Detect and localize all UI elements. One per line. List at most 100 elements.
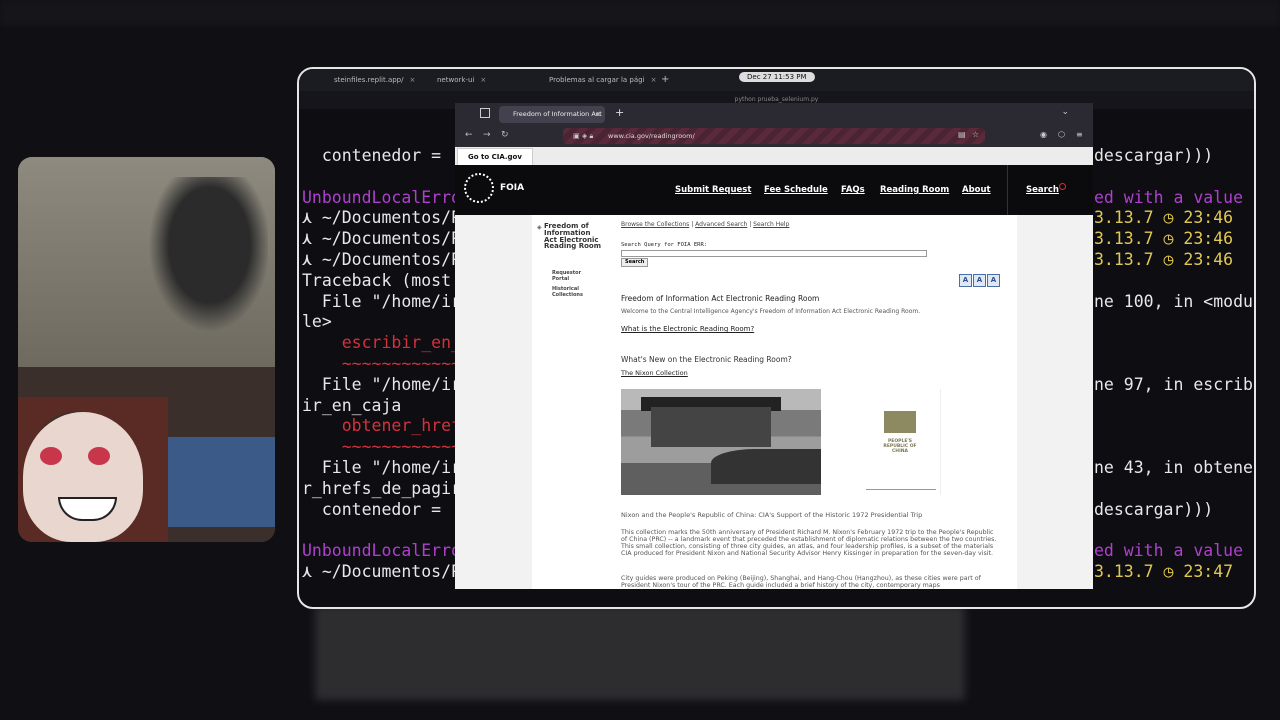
- link-nixon-collection[interactable]: The Nixon Collection: [621, 369, 688, 377]
- new-tab-icon[interactable]: +: [661, 73, 669, 87]
- terminal-line-right: 3.13.7 ◷ 23:46: [1094, 229, 1234, 249]
- link-advanced-search[interactable]: Advanced Search: [695, 221, 747, 228]
- terminal-line-right: ed with a value: [1094, 541, 1244, 561]
- browser-navbar: ← → ↻ ▣ ◈ 🔒︎ www.cia.gov/readingroom/ ▤ ☆…: [455, 125, 1093, 147]
- winged-cat-statue: [138, 177, 268, 347]
- lock-icon: ▣ ◈ 🔒︎: [573, 132, 594, 140]
- terminal-line-right: ne 43, in obtene: [1094, 458, 1253, 477]
- search-query-input[interactable]: [621, 250, 927, 257]
- terminal-line: ~~~~~~~~~~~~: [302, 437, 461, 457]
- background-window-blurred: [315, 605, 965, 700]
- tab-foia[interactable]: Freedom of Information Act ×: [499, 106, 605, 123]
- browser-window[interactable]: Freedom of Information Act × + ⌄ ← → ↻ ▣ …: [455, 103, 1093, 589]
- sidebar-item-historical-collections[interactable]: Historical Collections: [552, 286, 597, 298]
- collection-paragraph: This collection marks the 50th anniversa…: [621, 529, 997, 557]
- terminal-line: r_hrefs_de_pagir: [302, 478, 461, 498]
- link-browse-collections[interactable]: Browse the Collections: [621, 221, 689, 228]
- close-icon[interactable]: ×: [651, 76, 657, 84]
- query-label: Search Query for FOIA ERR:: [621, 242, 708, 248]
- close-icon[interactable]: ×: [480, 76, 486, 84]
- top-links: Browse the Collections | Advanced Search…: [621, 221, 790, 228]
- terminal-line: escribir_en_: [302, 333, 461, 353]
- goto-bar: Go to CIA.gov: [455, 147, 1093, 166]
- terminal-line: ⋏ ~/Documentos/P: [302, 208, 461, 228]
- forward-icon[interactable]: →: [483, 130, 491, 140]
- nixon-photo[interactable]: [621, 389, 821, 495]
- terminal-line: ⋏ ~/Documentos/P: [302, 250, 461, 269]
- tab-overview-icon[interactable]: [480, 108, 490, 118]
- terminal-line-right: descargar))): [1094, 146, 1214, 165]
- back-icon[interactable]: ←: [465, 130, 473, 140]
- tab-replit[interactable]: steinfiles.replit.app/×: [334, 73, 415, 87]
- whats-new-heading: What's New on the Electronic Reading Roo…: [621, 355, 792, 364]
- terminal-line: obtener_href: [302, 416, 461, 436]
- foia-header: FOIA Submit Request Fee Schedule FAQs Re…: [455, 165, 1093, 215]
- nav-search[interactable]: Search: [1026, 185, 1059, 195]
- book-title: PEOPLE'S REPUBLIC OF CHINA: [883, 439, 917, 454]
- terminal-line: le>: [302, 312, 332, 332]
- collection-caption: Nixon and the People's Republic of China…: [621, 511, 923, 519]
- close-icon[interactable]: ×: [409, 76, 415, 84]
- nav-about[interactable]: About: [962, 185, 991, 195]
- reading-room-content: ◈ Freedom of Information Act Electronic …: [532, 215, 1017, 589]
- terminal-line-right: 3.13.7 ◷ 23:46: [1094, 250, 1234, 269]
- terminal-line: ⋏ ~/Documentos/P: [302, 229, 461, 249]
- goto-cia-button[interactable]: Go to CIA.gov: [457, 148, 533, 166]
- nav-fee-schedule[interactable]: Fee Schedule: [764, 185, 828, 195]
- link-search-help[interactable]: Search Help: [753, 221, 789, 228]
- terminal-line: File "/home/ir: [302, 458, 461, 477]
- text-size-large-button[interactable]: A: [987, 274, 1000, 287]
- webcam-feed: [18, 157, 275, 542]
- terminal-line-right: 3.13.7 ◷ 23:47: [1094, 562, 1234, 581]
- text-size-small-button[interactable]: A: [959, 274, 972, 287]
- tab-problemas[interactable]: Problemas al cargar la pági ×: [549, 73, 656, 87]
- terminal-line: contenedor =: [302, 146, 442, 165]
- text-size-medium-button[interactable]: A: [973, 274, 986, 287]
- foia-logo-icon[interactable]: [464, 173, 494, 203]
- terminal-line-right: descargar))): [1094, 499, 1214, 519]
- masked-person: [23, 412, 143, 542]
- welcome-text: Welcome to the Central Intelligence Agen…: [621, 308, 921, 315]
- terminal-line: File "/home/ir: [302, 374, 461, 394]
- search-icon[interactable]: [1059, 183, 1066, 190]
- search-button[interactable]: Search: [621, 258, 649, 267]
- menu-icon[interactable]: ≡: [1076, 130, 1083, 139]
- extensions-icon[interactable]: ⬡: [1058, 130, 1065, 139]
- terminal-line-right: 3.13.7 ◷ 23:46: [1094, 208, 1234, 228]
- nav-divider: [1007, 165, 1008, 215]
- sidebar-title[interactable]: Freedom of Information Act Electronic Re…: [544, 222, 604, 250]
- terminal-line: ir_en_caja: [302, 395, 402, 415]
- bullet-icon: ◈: [537, 224, 542, 231]
- chevron-down-icon[interactable]: ⌄: [1061, 107, 1069, 117]
- foia-logo-text[interactable]: FOIA: [500, 183, 524, 193]
- terminal-line: UnboundLocalErro: [302, 187, 461, 207]
- terminal-line: File "/home/ir: [302, 291, 461, 311]
- new-tab-icon[interactable]: +: [615, 106, 624, 119]
- bookmark-star-icon[interactable]: ☆: [972, 130, 979, 139]
- clock[interactable]: Dec 27 11:53 PM: [739, 72, 815, 82]
- nav-submit-request[interactable]: Submit Request: [675, 185, 751, 195]
- reload-icon[interactable]: ↻: [501, 130, 509, 140]
- reader-icon[interactable]: ▤: [958, 130, 966, 139]
- terminal-tabbar: steinfiles.replit.app/× network-ui × Prob…: [299, 69, 1254, 91]
- terminal-line-right: ed with a value: [1094, 187, 1244, 207]
- account-icon[interactable]: ◉: [1040, 130, 1047, 139]
- terminal-line: UnboundLocalErro: [302, 541, 461, 561]
- close-icon[interactable]: ×: [596, 106, 601, 123]
- city-guides-paragraph: City guides were produced on Peking (Bei…: [621, 575, 981, 589]
- china-map-icon: [884, 411, 916, 433]
- terminal-line: contenedor =: [302, 499, 442, 519]
- terminal-line-right: ne 97, in escrib: [1094, 374, 1253, 394]
- nav-faqs[interactable]: FAQs: [841, 185, 865, 195]
- browser-tabbar: Freedom of Information Act × + ⌄: [455, 103, 1093, 125]
- terminal-line: ~~~~~~~~~~~~: [302, 354, 461, 373]
- top-panel-blurred: [0, 0, 1280, 26]
- nav-reading-room[interactable]: Reading Room: [880, 185, 949, 195]
- tab-network-ui[interactable]: network-ui ×: [437, 73, 486, 87]
- terminal-line: ⋏ ~/Documentos/P: [302, 562, 461, 581]
- terminal-line-right: ne 100, in <modu: [1094, 291, 1253, 311]
- url-bar[interactable]: ▣ ◈ 🔒︎ www.cia.gov/readingroom/: [563, 128, 985, 144]
- link-what-is-err[interactable]: What is the Electronic Reading Room?: [621, 325, 754, 333]
- sidebar-item-requestor-portal[interactable]: Requestor Portal: [552, 270, 597, 282]
- prc-atlas-cover[interactable]: PEOPLE'S REPUBLIC OF CHINA: [844, 389, 941, 495]
